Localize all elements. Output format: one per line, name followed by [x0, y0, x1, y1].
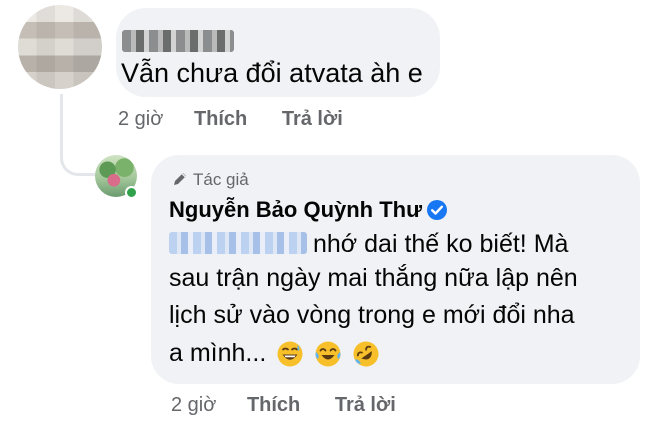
joy-emoji [315, 341, 341, 367]
commenter-avatar[interactable] [18, 5, 102, 89]
reply-reply-button[interactable]: Trả lời [335, 394, 396, 417]
online-status-dot [125, 186, 138, 199]
author-name-row: Nguyễn Bảo Quỳnh Thư [169, 197, 448, 223]
grinning-sweat-emoji [277, 341, 303, 367]
reply-button[interactable]: Trả lời [282, 108, 343, 131]
comment-text: Vẫn chưa đổi atvata àh e [121, 58, 423, 88]
mention-redacted[interactable] [169, 232, 307, 254]
reply-text-line-1: nhớ dai thế ko biết! Mà [169, 229, 568, 259]
author-name[interactable]: Nguyễn Bảo Quỳnh Thư [169, 197, 422, 222]
comment-timestamp[interactable]: 2 giờ [118, 108, 163, 131]
comment-actions: 2 giờ Thích Trả lời [118, 108, 343, 131]
reply-text-4: a mình... [169, 339, 267, 367]
commenter-name-redacted[interactable] [122, 30, 234, 52]
reply-like-button[interactable]: Thích [247, 394, 300, 417]
reply-timestamp[interactable]: 2 giờ [171, 394, 216, 417]
rofl-emoji [353, 341, 379, 367]
reply-text-line-2: sau trận ngày mai thắng nữa lập nên [169, 264, 578, 292]
reply-text-line-3: lịch sử vào vòng trong e mới đổi nha [169, 301, 575, 329]
reply-actions: 2 giờ Thích Trả lời [171, 394, 396, 417]
reply-thread-line [60, 94, 100, 176]
verified-badge-icon [427, 200, 448, 220]
like-button[interactable]: Thích [194, 108, 247, 131]
reply-text-line-4: a mình... [169, 338, 380, 368]
reply-text-1: nhớ dai thế ko biết! Mà [313, 230, 569, 258]
pen-icon [174, 173, 186, 185]
author-badge-label: Tác giả [193, 170, 249, 189]
author-badge: Tác giả [171, 170, 249, 190]
